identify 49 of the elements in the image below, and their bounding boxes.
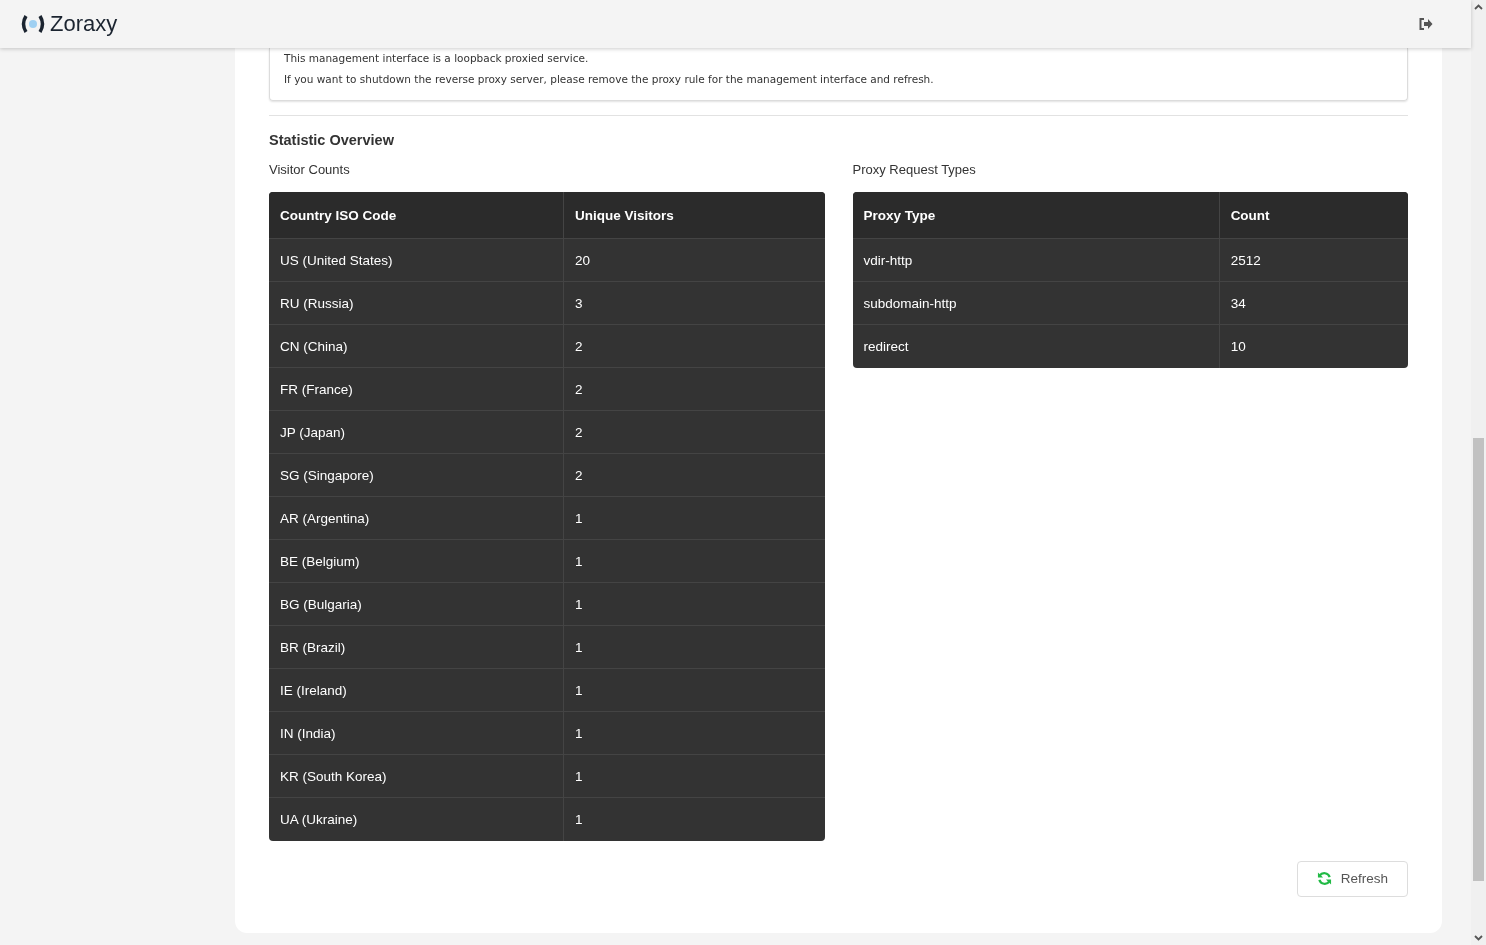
table-cell: vdir-http [852,238,1220,282]
table-cell: 10 [1219,324,1408,368]
table-cell: 1 [563,668,825,712]
table-title: Proxy Request Types [852,162,977,177]
table-cell: AR (Argentina) [269,496,564,540]
section-title: Statistic Overview [269,132,395,148]
table-cell: 34 [1219,281,1408,325]
table-cell: 20 [563,238,825,282]
table-cell: 2 [563,410,825,454]
table-cell: 2 [563,324,825,368]
table-cell: 1 [563,711,825,755]
table-cell: US (United States) [269,238,564,282]
logout-icon[interactable] [1419,18,1433,30]
table-cell: BE (Belgium) [269,539,564,583]
scrollbar[interactable] [1471,0,1486,945]
column-header: Country ISO Code [269,192,564,239]
logo-icon [20,13,46,35]
table-cell: UA (Ukraine) [269,797,564,841]
table-cell: 1 [563,754,825,798]
table-cell: 1 [563,539,825,583]
refresh-icon [1316,871,1332,886]
table-cell: CN (China) [269,324,564,368]
table-cell: SG (Singapore) [269,453,564,497]
table-cell: KR (South Korea) [269,754,564,798]
notice-text: This management interface is a loopback proxied service. [284,51,590,66]
refresh-button[interactable]: Refresh [1296,860,1408,897]
table-cell: BG (Bulgaria) [269,582,564,626]
table-cell: RU (Russia) [269,281,564,325]
table-cell: 1 [563,582,825,626]
table-cell: IN (India) [269,711,564,755]
table-cell: 2 [563,367,825,411]
table-cell: JP (Japan) [269,410,564,454]
table-cell: subdomain-http [852,281,1220,325]
brand-name: Zoraxy [50,11,118,37]
column-header: Unique Visitors [563,192,825,239]
table-cell: IE (Ireland) [269,668,564,712]
table-cell: 3 [563,281,825,325]
table-cell: 1 [563,496,825,540]
table-cell: 2512 [1219,238,1408,282]
notice-text: If you want to shutdown the reverse proxy server, please remove the proxy rule for the management interface and refresh. [284,72,935,87]
table-title: Visitor Counts [269,162,351,177]
column-header: Count [1219,192,1408,239]
table-cell: 1 [563,797,825,841]
table-cell: redirect [852,324,1220,368]
table-cell: 1 [563,625,825,669]
table-cell: 2 [563,453,825,497]
table-cell: FR (France) [269,367,564,411]
column-header: Proxy Type [852,192,1220,239]
table-cell: BR (Brazil) [269,625,564,669]
